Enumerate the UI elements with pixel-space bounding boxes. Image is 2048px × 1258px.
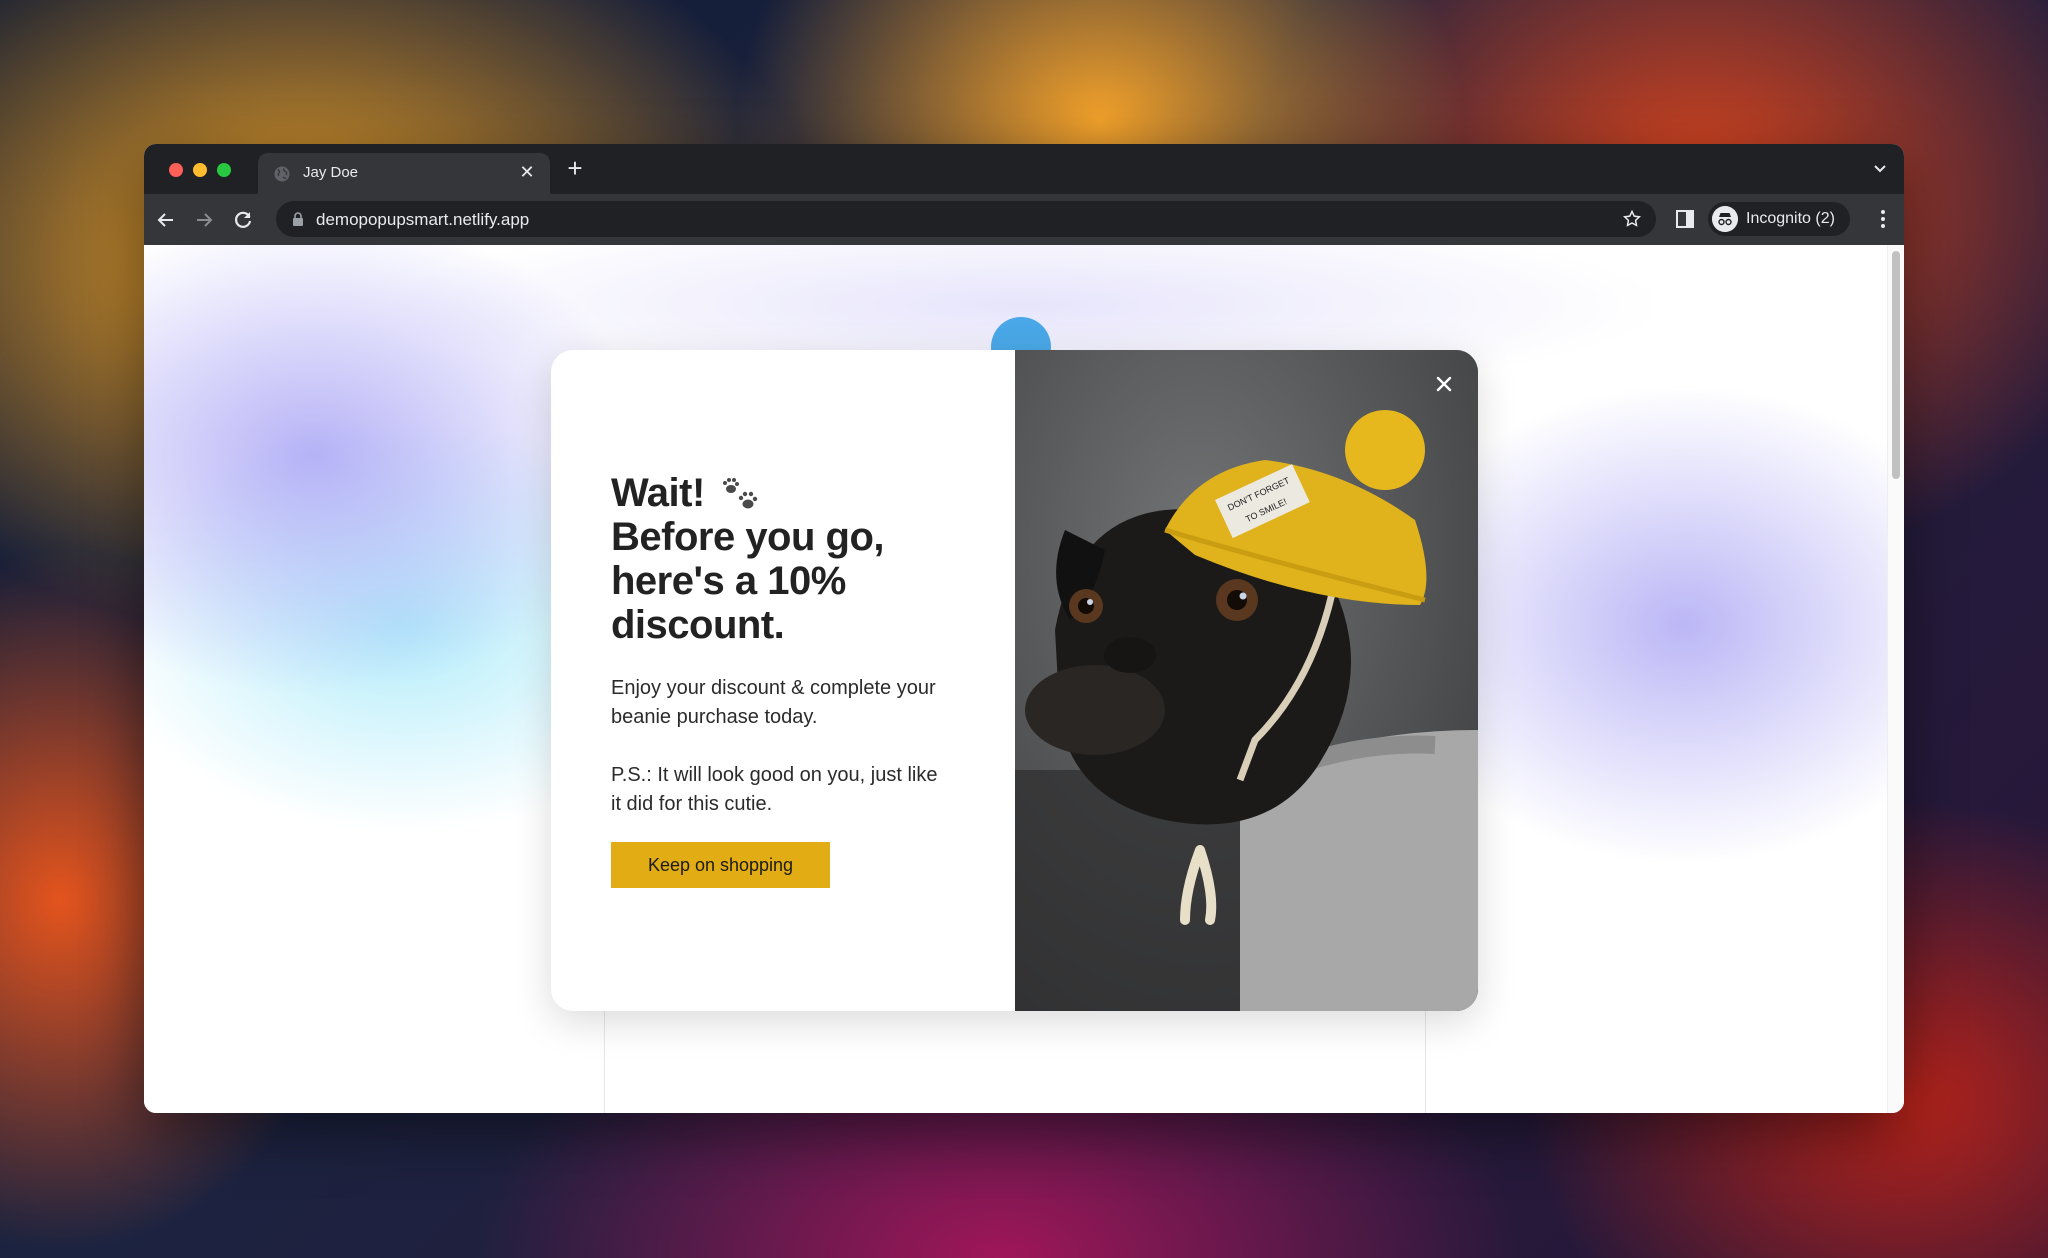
profile-button[interactable]: Incognito (2)	[1708, 202, 1850, 236]
scrollbar[interactable]	[1887, 245, 1904, 1113]
headline-line1: Wait!	[611, 471, 705, 515]
tab-active[interactable]: Jay Doe ✕	[258, 153, 550, 194]
browser-window: Jay Doe ✕ + demopopupsmart.netlify.app I…	[144, 144, 1904, 1113]
url-text[interactable]: demopopupsmart.netlify.app	[316, 210, 529, 230]
popup-body-text: Enjoy your discount & complete your bean…	[611, 677, 936, 728]
globe-icon	[274, 166, 290, 182]
arrow-right-icon[interactable]	[192, 208, 216, 232]
plus-icon[interactable]: +	[562, 155, 588, 181]
kebab-menu-icon[interactable]	[1880, 209, 1886, 229]
profile-label: Incognito (2)	[1746, 210, 1835, 227]
paw-prints-icon	[723, 478, 758, 509]
exit-intent-popup: Wait! Before you go, here's a 10% discou…	[551, 350, 1478, 1011]
side-panel-icon[interactable]	[1674, 208, 1696, 230]
close-icon[interactable]: ✕	[516, 161, 538, 183]
incognito-icon	[1712, 206, 1738, 232]
popup-headline: Wait! Before you go, here's a 10% discou…	[611, 471, 971, 647]
scrollbar-thumb[interactable]	[1892, 251, 1900, 479]
reload-icon[interactable]	[231, 208, 255, 232]
headline-rest: Before you go, here's a 10% discount.	[611, 515, 885, 647]
tab-title: Jay Doe	[303, 164, 359, 181]
close-icon[interactable]	[1432, 372, 1456, 396]
pug-photo: DON'T FORGET TO SMILE!	[1015, 350, 1478, 1011]
beanie-pompom	[1345, 410, 1425, 490]
popup-ps-text: P.S.: It will look good on you, just lik…	[611, 764, 938, 815]
chevron-down-icon[interactable]	[1870, 158, 1890, 178]
toolbar: demopopupsmart.netlify.app Incognito (2)	[144, 194, 1904, 245]
popup-content: Wait! Before you go, here's a 10% discou…	[551, 350, 1015, 1011]
star-icon[interactable]	[1622, 209, 1642, 229]
lock-icon	[293, 212, 303, 226]
tab-strip: Jay Doe ✕ +	[144, 144, 1904, 194]
popup-image: DON'T FORGET TO SMILE!	[1015, 350, 1478, 1011]
window-minimize-button[interactable]	[193, 163, 207, 177]
window-close-button[interactable]	[169, 163, 183, 177]
arrow-left-icon[interactable]	[154, 208, 178, 232]
window-maximize-button[interactable]	[217, 163, 231, 177]
address-bar[interactable]: demopopupsmart.netlify.app	[276, 201, 1656, 237]
page-viewport: JUN 2 2021 Mental models for designers W…	[144, 245, 1904, 1113]
keep-shopping-button[interactable]: Keep on shopping	[611, 842, 830, 888]
